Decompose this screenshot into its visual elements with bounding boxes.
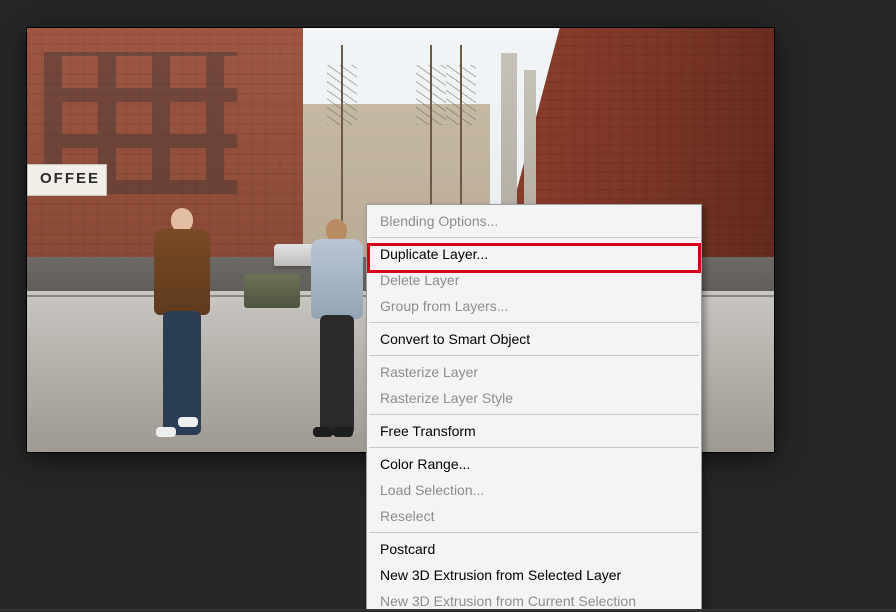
- coffee-sign: OFFEE: [27, 164, 107, 196]
- menu-separator: [369, 355, 699, 356]
- photo-planter: [244, 274, 300, 308]
- menu-delete-layer[interactable]: Delete Layer: [368, 267, 700, 293]
- menu-reselect[interactable]: Reselect: [368, 503, 700, 529]
- menu-blending-options[interactable]: Blending Options...: [368, 208, 700, 234]
- menu-separator: [369, 414, 699, 415]
- menu-separator: [369, 447, 699, 448]
- photo-person: [311, 219, 363, 435]
- menu-postcard[interactable]: Postcard: [368, 536, 700, 562]
- menu-duplicate-layer[interactable]: Duplicate Layer...: [368, 241, 700, 267]
- menu-color-range[interactable]: Color Range...: [368, 451, 700, 477]
- menu-new-3d-extrusion-selected[interactable]: New 3D Extrusion from Selected Layer: [368, 562, 700, 588]
- menu-group-from-layers[interactable]: Group from Layers...: [368, 293, 700, 319]
- menu-free-transform[interactable]: Free Transform: [368, 418, 700, 444]
- layer-context-menu: Blending Options... Duplicate Layer... D…: [366, 204, 702, 612]
- menu-separator: [369, 322, 699, 323]
- photo-person: [154, 208, 210, 435]
- menu-convert-smart-object[interactable]: Convert to Smart Object: [368, 326, 700, 352]
- menu-rasterize-layer[interactable]: Rasterize Layer: [368, 359, 700, 385]
- menu-separator: [369, 532, 699, 533]
- menu-rasterize-layer-style[interactable]: Rasterize Layer Style: [368, 385, 700, 411]
- menu-load-selection[interactable]: Load Selection...: [368, 477, 700, 503]
- menu-separator: [369, 237, 699, 238]
